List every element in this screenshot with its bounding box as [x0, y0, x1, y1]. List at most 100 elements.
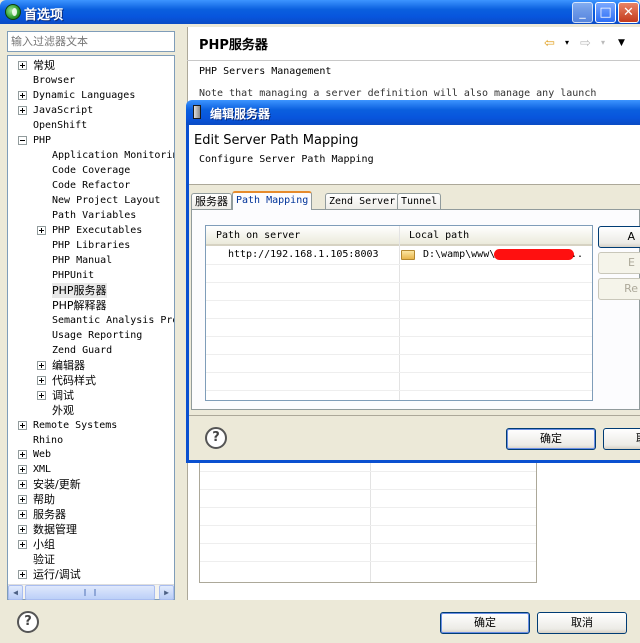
- tree-item[interactable]: Application Monitoring: [8, 148, 175, 163]
- close-button[interactable]: ✕: [618, 2, 639, 23]
- edit-mapping-button: E: [598, 252, 640, 274]
- back-dropdown-icon[interactable]: ▾: [565, 38, 569, 47]
- dialog-titlebar[interactable]: 编辑服务器: [186, 100, 640, 125]
- expand-icon[interactable]: [18, 525, 27, 535]
- page-separator: [187, 60, 640, 61]
- tree-item[interactable]: Code Refactor: [8, 178, 174, 193]
- tree-item[interactable]: Path Variables: [8, 208, 174, 223]
- expand-icon[interactable]: [37, 390, 46, 400]
- tab-server[interactable]: 服务器: [191, 193, 232, 210]
- window-titlebar[interactable]: 首选项 _ □ ✕: [0, 0, 640, 24]
- tree-item-label: Web: [33, 449, 52, 461]
- tree-item-label: PHP Manual: [52, 254, 113, 266]
- tree-item[interactable]: Dynamic Languages: [8, 88, 174, 103]
- expand-icon[interactable]: [18, 420, 27, 430]
- tree-item-label: 数据管理: [33, 523, 77, 537]
- tree-item[interactable]: 服务器: [8, 507, 174, 522]
- minimize-button[interactable]: _: [572, 2, 593, 23]
- dialog-ok-button[interactable]: 确定: [506, 428, 596, 450]
- filter-input[interactable]: [7, 31, 175, 52]
- tree-item[interactable]: 小组: [8, 537, 174, 552]
- tree-item[interactable]: Rhino: [8, 433, 174, 448]
- preferences-tree[interactable]: 常规 Browser Dynamic Languages JavaScript Open…: [7, 55, 175, 600]
- tree-item[interactable]: PHP服务器: [8, 282, 174, 298]
- tree-item-label: Remote Systems: [33, 419, 118, 431]
- dialog-cancel-button[interactable]: 取: [603, 428, 640, 450]
- expand-icon[interactable]: [18, 465, 27, 475]
- tree-item-label: Semantic Analysis Properties: [52, 314, 174, 326]
- expand-icon[interactable]: [18, 61, 27, 70]
- tree-item[interactable]: 常规: [8, 58, 174, 73]
- expand-icon[interactable]: [37, 225, 46, 235]
- scroll-thumb[interactable]: [25, 585, 155, 600]
- tree-item[interactable]: 运行/调试: [8, 567, 174, 582]
- tree-item[interactable]: 编辑器: [8, 358, 174, 373]
- local-path-cell: D:\wamp\www\: [423, 249, 496, 260]
- tree-item[interactable]: OpenShift: [8, 118, 174, 133]
- back-arrow-icon[interactable]: ⇦: [544, 36, 555, 51]
- servers-table[interactable]: [199, 450, 537, 583]
- tree-item[interactable]: PHP Manual: [8, 253, 174, 268]
- tree-item[interactable]: 安装/更新: [8, 477, 174, 492]
- tab-tunnel[interactable]: Tunnel: [397, 193, 442, 210]
- help-icon[interactable]: ?: [17, 611, 39, 633]
- column-header-server-path[interactable]: Path on server: [216, 230, 300, 241]
- cancel-button[interactable]: 取消: [537, 612, 627, 634]
- tree-item[interactable]: 数据管理: [8, 522, 174, 537]
- tree-item[interactable]: 代码样式: [8, 373, 174, 388]
- scroll-left-arrow-icon[interactable]: ◀: [8, 585, 23, 600]
- tree-item[interactable]: Code Coverage: [8, 163, 174, 178]
- tree-item-label: OpenShift: [33, 119, 88, 131]
- collapse-icon[interactable]: [18, 135, 27, 145]
- expand-icon[interactable]: [18, 450, 27, 460]
- tree-item[interactable]: Web: [8, 447, 174, 462]
- add-mapping-button[interactable]: A: [598, 226, 640, 248]
- dialog-title: 编辑服务器: [210, 107, 271, 121]
- expand-icon[interactable]: [18, 480, 27, 490]
- dialog-separator: [189, 415, 640, 416]
- ok-button[interactable]: 确定: [440, 612, 530, 634]
- tree-item-label: 安装/更新: [33, 478, 81, 492]
- tree-item[interactable]: XML: [8, 462, 174, 477]
- expand-icon[interactable]: [18, 540, 27, 550]
- maximize-button[interactable]: □: [595, 2, 616, 23]
- scroll-right-arrow-icon[interactable]: ▶: [159, 585, 174, 600]
- tree-item[interactable]: 验证: [8, 552, 174, 567]
- tree-item[interactable]: Zend Guard: [8, 343, 174, 358]
- tree-item[interactable]: PHP Libraries: [8, 238, 174, 253]
- folder-icon: [401, 250, 415, 260]
- tree-item-label: Application Monitoring: [52, 149, 175, 161]
- column-header-local-path[interactable]: Local path: [409, 230, 469, 241]
- tree-item[interactable]: JavaScript: [8, 103, 174, 118]
- tree-item-label: Usage Reporting: [52, 329, 143, 341]
- tab-zend-server[interactable]: Zend Server: [325, 193, 400, 210]
- tree-item[interactable]: Usage Reporting: [8, 328, 174, 343]
- tree-item[interactable]: 外观: [8, 403, 174, 418]
- tree-item[interactable]: New Project Layout: [8, 193, 174, 208]
- tree-item-label: 调试: [52, 388, 74, 402]
- expand-icon[interactable]: [37, 375, 46, 385]
- expand-icon[interactable]: [37, 360, 46, 370]
- expand-icon[interactable]: [18, 570, 27, 580]
- expand-icon[interactable]: [18, 90, 27, 100]
- server-icon: [193, 105, 201, 119]
- tree-item[interactable]: Browser: [8, 73, 174, 88]
- tree-item[interactable]: PHP: [8, 133, 174, 148]
- expand-icon[interactable]: [18, 105, 27, 115]
- tree-item[interactable]: PHP Executables: [8, 223, 174, 238]
- tree-item-label: Dynamic Languages: [33, 89, 136, 101]
- tree-item-label: 小组: [33, 538, 55, 552]
- tree-item[interactable]: 帮助: [8, 492, 174, 507]
- tree-item[interactable]: PHPUnit: [8, 268, 174, 283]
- tree-item[interactable]: 调试: [8, 388, 174, 403]
- path-mapping-table[interactable]: Path on server Local path http://192.168…: [205, 225, 593, 401]
- tree-horizontal-scrollbar[interactable]: ◀ ▶: [8, 584, 174, 600]
- tab-path-mapping[interactable]: Path Mapping: [232, 191, 313, 210]
- tree-item[interactable]: Remote Systems: [8, 418, 174, 433]
- view-menu-icon[interactable]: ▼: [618, 38, 625, 48]
- expand-icon[interactable]: [18, 495, 27, 505]
- tree-item[interactable]: PHP解释器: [8, 298, 174, 313]
- expand-icon[interactable]: [18, 510, 27, 520]
- tree-item[interactable]: Semantic Analysis Properties: [8, 313, 174, 328]
- dialog-help-icon[interactable]: ?: [205, 427, 227, 449]
